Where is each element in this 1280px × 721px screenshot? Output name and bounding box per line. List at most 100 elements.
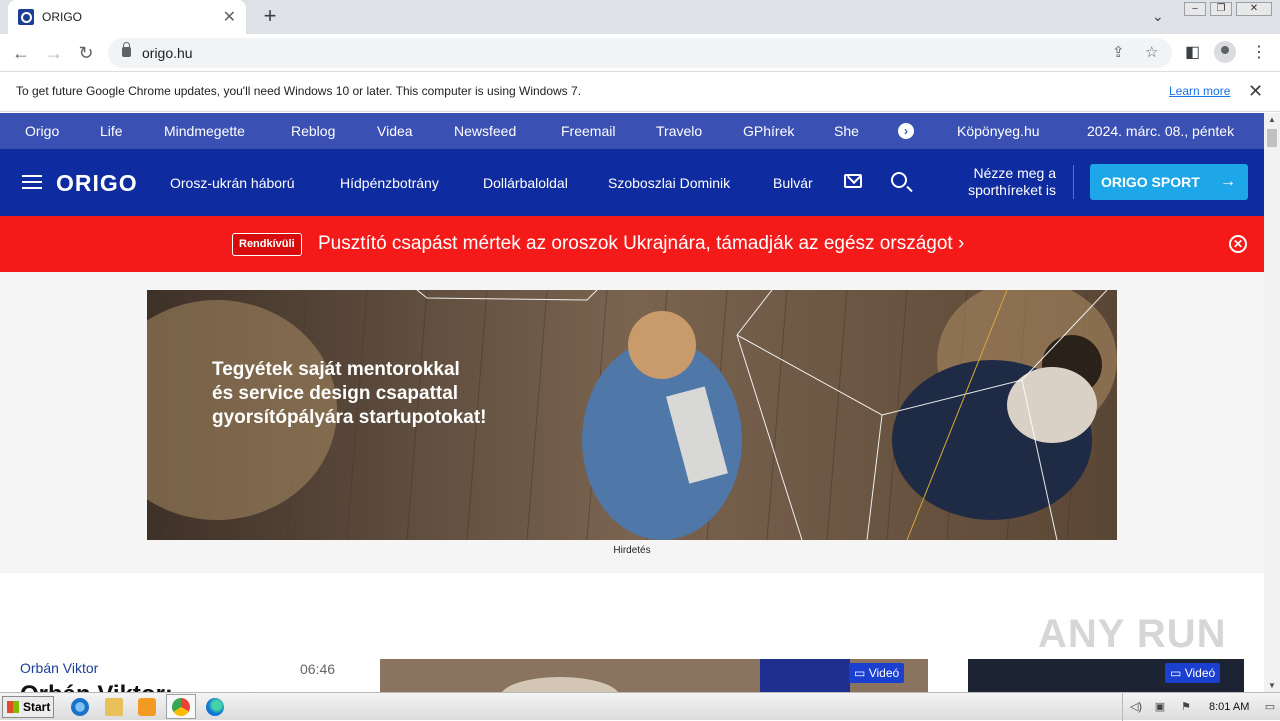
network-link-life[interactable]: Life <box>100 123 123 139</box>
windows-taskbar: Start ◁) ▣ ⚑ ▭ 8:01 AM <box>0 692 1280 721</box>
volume-icon[interactable]: ◁) <box>1129 700 1143 714</box>
network-nav: Origo Life Mindmegette Reblog Videa News… <box>0 113 1264 149</box>
page-scrollbar[interactable]: ▲ ▼ <box>1264 113 1280 692</box>
ad-line-2: és service design csapattal <box>212 383 459 404</box>
video-badge-label: Videó <box>868 666 900 680</box>
sport-hint-line2: sporthíreket is <box>968 182 1056 198</box>
breaking-news-bar[interactable]: Rendkívüli Pusztító csapást mértek az or… <box>0 216 1264 272</box>
thumb-person-shape <box>500 677 620 692</box>
sport-hint-line1: Nézze meg a <box>973 165 1056 181</box>
lock-icon[interactable] <box>122 42 131 57</box>
new-tab-icon[interactable]: + <box>258 4 282 28</box>
network-link-origo[interactable]: Origo <box>25 123 59 139</box>
restore-icon[interactable]: ❐ <box>1210 2 1232 16</box>
nav-link-bulvar[interactable]: Bulvár <box>773 175 813 191</box>
network-link-mindmegette[interactable]: Mindmegette <box>164 123 245 139</box>
origo-logo[interactable]: ORIGO <box>56 170 138 197</box>
url-text[interactable]: origo.hu <box>142 45 193 61</box>
media-player-icon[interactable] <box>138 698 156 716</box>
hamburger-menu-icon[interactable] <box>22 175 42 189</box>
ad-label: Hirdetés <box>613 545 651 556</box>
origo-sport-button[interactable]: ORIGO SPORT → <box>1090 164 1248 200</box>
share-icon[interactable]: ⇪ <box>1112 43 1125 61</box>
address-bar[interactable]: origo.hu ⇪ ☆ <box>108 38 1172 68</box>
edge-icon[interactable] <box>206 698 224 716</box>
minimize-icon[interactable]: – <box>1184 2 1206 16</box>
scroll-down-icon[interactable]: ▼ <box>1268 681 1276 690</box>
file-explorer-icon[interactable] <box>105 698 123 716</box>
taskbar-clock[interactable]: 8:01 AM <box>1209 701 1249 713</box>
ad-banner[interactable]: Tegyétek saját mentorokkal és service de… <box>147 290 1117 540</box>
forward-icon[interactable]: → <box>43 42 65 64</box>
article-thumbnail-secondary[interactable]: ▭ Videó <box>968 659 1244 692</box>
network-link-videa[interactable]: Videa <box>377 123 413 139</box>
network-link-koponyeg[interactable]: Köpönyeg.hu <box>957 123 1040 139</box>
search-icon[interactable] <box>891 172 907 188</box>
ad-line-3: gyorsítópályára startupotokat! <box>212 407 487 428</box>
origo-favicon-icon <box>18 9 34 25</box>
video-camera-icon: ▭ <box>1170 666 1182 680</box>
nav-divider <box>1073 165 1074 199</box>
network-link-gphirek[interactable]: GPhírek <box>743 123 794 139</box>
chrome-icon <box>172 698 190 716</box>
network-link-she[interactable]: She <box>834 123 859 139</box>
tab-strip: ORIGO ✕ + ⌄ – ❐ ✕ <box>0 0 1280 34</box>
infobar-message: To get future Google Chrome updates, you… <box>16 84 582 98</box>
origo-sport-label: ORIGO SPORT <box>1101 174 1200 190</box>
chrome-taskbar-button[interactable] <box>166 694 196 719</box>
menu-kebab-icon[interactable]: ⋮ <box>1251 42 1267 62</box>
infobar-close-icon[interactable]: ✕ <box>1248 81 1263 102</box>
browser-toolbar: ← → ↻ origo.hu ⇪ ☆ ◧ ⋮ <box>0 34 1280 72</box>
sport-hint: Nézze meg a sporthíreket is <box>956 165 1056 199</box>
thumb-flag-shape <box>760 659 850 692</box>
learn-more-link[interactable]: Learn more <box>1169 84 1230 98</box>
video-camera-icon: ▭ <box>854 666 866 680</box>
network-link-reblog[interactable]: Reblog <box>291 123 335 139</box>
arrow-right-icon: → <box>1220 173 1236 190</box>
start-button[interactable]: Start <box>2 696 54 718</box>
breaking-headline-text: Pusztító csapást mértek az oroszok Ukraj… <box>318 233 953 254</box>
internet-explorer-icon[interactable] <box>71 698 89 716</box>
video-badge-label: Videó <box>1184 666 1216 680</box>
ad-copy: Tegyétek saját mentorokkal és service de… <box>212 358 487 430</box>
close-tab-icon[interactable]: ✕ <box>223 7 236 27</box>
scroll-up-icon[interactable]: ▲ <box>1268 115 1276 124</box>
article-category[interactable]: Orbán Viktor <box>20 660 98 676</box>
reload-icon[interactable]: ↻ <box>75 42 97 64</box>
close-window-icon[interactable]: ✕ <box>1236 2 1272 16</box>
page-viewport: Origo Life Mindmegette Reblog Videa News… <box>0 113 1264 692</box>
nav-link-bridge[interactable]: Hídpénzbotrány <box>340 175 439 191</box>
breaking-close-icon[interactable]: ✕ <box>1229 235 1247 253</box>
ad-line-1: Tegyétek saját mentorokkal <box>212 359 460 380</box>
video-badge: ▭ Videó <box>849 663 905 683</box>
network-link-travelo[interactable]: Travelo <box>656 123 702 139</box>
nav-link-war[interactable]: Orosz-ukrán háború <box>170 175 295 191</box>
nav-link-szoboszlai[interactable]: Szoboszlai Dominik <box>608 175 730 191</box>
profile-avatar-icon[interactable] <box>1214 41 1236 63</box>
tab-title: ORIGO <box>42 10 83 24</box>
nav-link-dollar[interactable]: Dollárbaloldal <box>483 175 568 191</box>
back-icon[interactable]: ← <box>10 42 32 64</box>
main-nav: ORIGO Orosz-ukrán háború Hídpénzbotrány … <box>0 149 1264 216</box>
scroll-thumb[interactable] <box>1267 129 1277 147</box>
network-link-freemail[interactable]: Freemail <box>561 123 615 139</box>
article-time: 06:46 <box>300 661 336 677</box>
article-headline[interactable]: Orbán Viktor: <box>20 681 173 692</box>
network-link-newsfeed[interactable]: Newsfeed <box>454 123 516 139</box>
update-infobar: To get future Google Chrome updates, you… <box>0 72 1280 112</box>
bookmark-star-icon[interactable]: ☆ <box>1145 43 1158 61</box>
anyrun-watermark: ANY RUN <box>1038 612 1227 656</box>
breaking-headline[interactable]: Pusztító csapást mértek az oroszok Ukraj… <box>318 233 964 255</box>
side-panel-icon[interactable]: ◧ <box>1185 42 1200 62</box>
show-desktop-icon[interactable]: ▭ <box>1263 700 1277 714</box>
more-links-arrow-icon[interactable]: › <box>898 123 914 139</box>
tab-search-chevron-icon[interactable]: ⌄ <box>1152 8 1164 25</box>
network-icon[interactable]: ▣ <box>1153 700 1167 714</box>
system-tray: ◁) ▣ ⚑ ▭ <box>1122 693 1280 721</box>
current-date: 2024. márc. 08., péntek <box>1087 123 1235 139</box>
article-thumbnail[interactable]: ▭ Videó <box>380 659 928 692</box>
action-center-flag-icon[interactable]: ⚑ <box>1179 700 1193 714</box>
video-badge-secondary: ▭ Videó <box>1165 663 1221 683</box>
tab-origo[interactable]: ORIGO ✕ <box>8 0 246 34</box>
mail-icon[interactable] <box>844 174 862 188</box>
